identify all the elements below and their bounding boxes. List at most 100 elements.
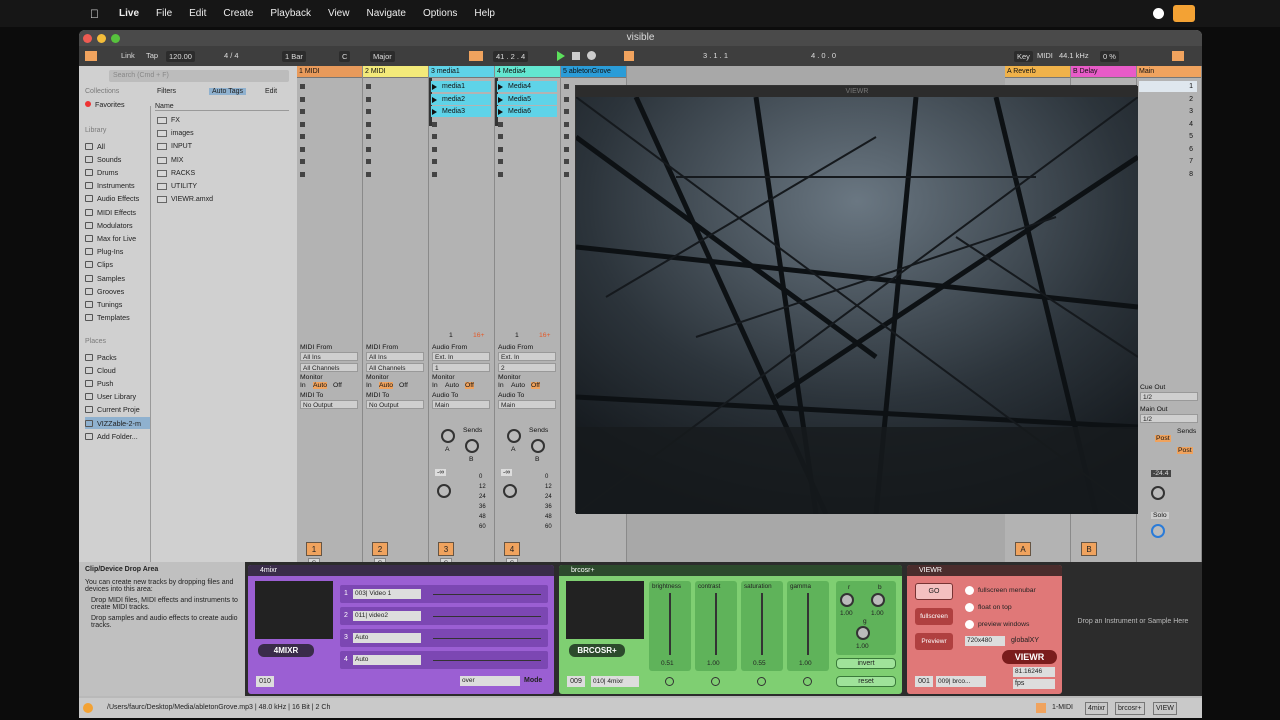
monitor-auto-button[interactable]: Auto [511, 382, 525, 389]
viewr-option-checkbox[interactable] [965, 620, 974, 629]
clip-stop-icon[interactable] [366, 134, 371, 139]
empty-clip-slot[interactable] [365, 144, 425, 155]
browser-file-item[interactable]: UTILITY [157, 183, 197, 190]
scene-launch-6[interactable]: 6 [1139, 144, 1197, 155]
tap-button[interactable]: Tap [146, 51, 158, 60]
clip-stop-icon[interactable] [498, 146, 503, 152]
clip-stop-icon[interactable] [564, 121, 569, 127]
main-solo-button[interactable]: Solo [1151, 512, 1169, 519]
empty-clip-slot[interactable] [299, 94, 359, 105]
loop-length-field[interactable]: 4 . 0 . 0 [811, 51, 836, 60]
fullscreen-button[interactable]: fullscreen [915, 608, 953, 625]
clip-stop-icon[interactable] [564, 159, 569, 164]
empty-clip-slot[interactable] [299, 106, 359, 117]
record-button[interactable] [587, 51, 596, 60]
mixr-source-select[interactable]: 003| Video 1 [353, 589, 421, 599]
empty-clip-slot[interactable] [431, 119, 491, 130]
clip-slot[interactable]: media2 [431, 93, 491, 105]
clip-play-icon[interactable] [498, 84, 503, 90]
clip-stop-icon[interactable] [300, 134, 305, 139]
input-type-select[interactable]: All Ins [366, 352, 424, 361]
input-channel-select[interactable]: 2 [498, 363, 556, 372]
input-type-select[interactable]: Ext. In [498, 352, 556, 361]
clip-stop-icon[interactable] [366, 96, 371, 102]
input-type-select[interactable]: All Ins [300, 352, 358, 361]
monitor-auto-button[interactable]: Auto [445, 382, 459, 389]
track-header[interactable]: 4 Media4 [495, 66, 560, 78]
scene-launch-1[interactable]: 1 [1139, 81, 1197, 92]
input-type-select[interactable]: Ext. In [432, 352, 490, 361]
output-type-select[interactable]: Main [432, 400, 490, 409]
draw-mode-icon[interactable] [624, 51, 634, 61]
input-channel-select[interactable]: All Channels [300, 363, 358, 372]
main-post-a-button[interactable]: Post [1155, 435, 1171, 442]
clip-stop-icon[interactable] [564, 109, 569, 114]
track-header[interactable]: 5 abletonGrove [561, 66, 626, 78]
minimize-window-button[interactable] [97, 34, 106, 43]
menu-view[interactable]: View [328, 8, 350, 19]
empty-clip-slot[interactable] [299, 131, 359, 142]
browser-file-item[interactable]: images [157, 130, 194, 138]
return-a-activator[interactable]: A [1015, 542, 1031, 556]
brcosr-param-toggle[interactable] [711, 677, 720, 686]
mixr-opacity-slider[interactable] [433, 594, 541, 595]
return-a-header[interactable]: A Reverb [1005, 66, 1070, 78]
follow-icon[interactable] [469, 51, 483, 61]
info-icon[interactable] [83, 703, 93, 713]
output-type-select[interactable]: No Output [300, 400, 358, 409]
clip-stop-icon[interactable] [432, 171, 437, 177]
clip-stop-icon[interactable] [432, 134, 437, 139]
mixr-opacity-slider[interactable] [433, 638, 541, 639]
monitor-in-button[interactable]: In [432, 382, 438, 389]
empty-clip-slot[interactable] [299, 156, 359, 167]
mixr-blend-select[interactable]: over [460, 676, 520, 686]
view-toggle-icon[interactable] [85, 51, 97, 61]
b-knob[interactable] [871, 593, 885, 607]
edit-tags-button[interactable]: Edit [265, 88, 277, 95]
viewr-video-window[interactable]: VIEWR [575, 85, 1138, 514]
chain-item-viewr[interactable]: VIEW [1153, 702, 1177, 715]
viewr-source-select[interactable]: 009| brco... [936, 676, 986, 687]
track-volume-field[interactable]: -∞ [501, 469, 513, 476]
clip-stop-icon[interactable] [564, 171, 569, 177]
monitor-auto-button[interactable]: Auto [313, 382, 327, 389]
key-select[interactable]: C [339, 51, 351, 62]
track-volume-field[interactable]: -∞ [435, 469, 447, 476]
status-track-name[interactable]: 1-MIDI [1052, 698, 1073, 718]
cue-out-select[interactable]: 1/2 [1140, 392, 1198, 401]
input-channel-select[interactable]: 1 [432, 363, 490, 372]
pan-knob[interactable] [503, 484, 517, 498]
monitor-in-button[interactable]: In [300, 382, 306, 389]
zoom-window-button[interactable] [111, 34, 120, 43]
clip-stop-icon[interactable] [300, 171, 305, 177]
viewr-option-checkbox[interactable] [965, 603, 974, 612]
empty-clip-slot[interactable] [431, 131, 491, 142]
monitor-auto-button[interactable]: Auto [379, 382, 393, 389]
empty-clip-slot[interactable] [365, 106, 425, 117]
empty-clip-slot[interactable] [299, 119, 359, 130]
record-status-icon[interactable] [1153, 8, 1164, 19]
browser-search-input[interactable]: Search (Cmd + F) [109, 70, 289, 82]
send-a-knob[interactable] [507, 429, 521, 443]
empty-clip-slot[interactable] [365, 156, 425, 167]
empty-clip-slot[interactable] [497, 169, 557, 180]
instrument-drop-hint[interactable]: Drop an Instrument or Sample Here [1069, 618, 1197, 625]
clip-stop-icon[interactable] [366, 84, 371, 89]
send-b-knob[interactable] [465, 439, 479, 453]
clip-stop-icon[interactable] [432, 146, 437, 152]
quantization-select[interactable]: 1 Bar [282, 51, 306, 62]
clip-device-drop-area[interactable]: Clip/Device Drop Area You can create new… [79, 562, 245, 696]
loop-start-field[interactable]: 3 . 1 . 1 [703, 51, 728, 60]
key-map-button[interactable]: Key [1014, 51, 1033, 62]
scene-launch-4[interactable]: 4 [1139, 119, 1197, 130]
name-column-header[interactable]: Name [155, 103, 289, 111]
clip-stop-icon[interactable] [498, 121, 503, 127]
link-button[interactable]: Link [121, 51, 135, 60]
empty-clip-slot[interactable] [431, 156, 491, 167]
clip-stop-icon[interactable] [564, 84, 569, 89]
track-activator[interactable]: 2 [372, 542, 388, 556]
main-header[interactable]: Main [1137, 66, 1201, 78]
browser-file-item[interactable]: FX [157, 117, 180, 124]
brcosr-param-slider[interactable] [715, 593, 717, 655]
return-b-header[interactable]: B Delay [1071, 66, 1136, 78]
